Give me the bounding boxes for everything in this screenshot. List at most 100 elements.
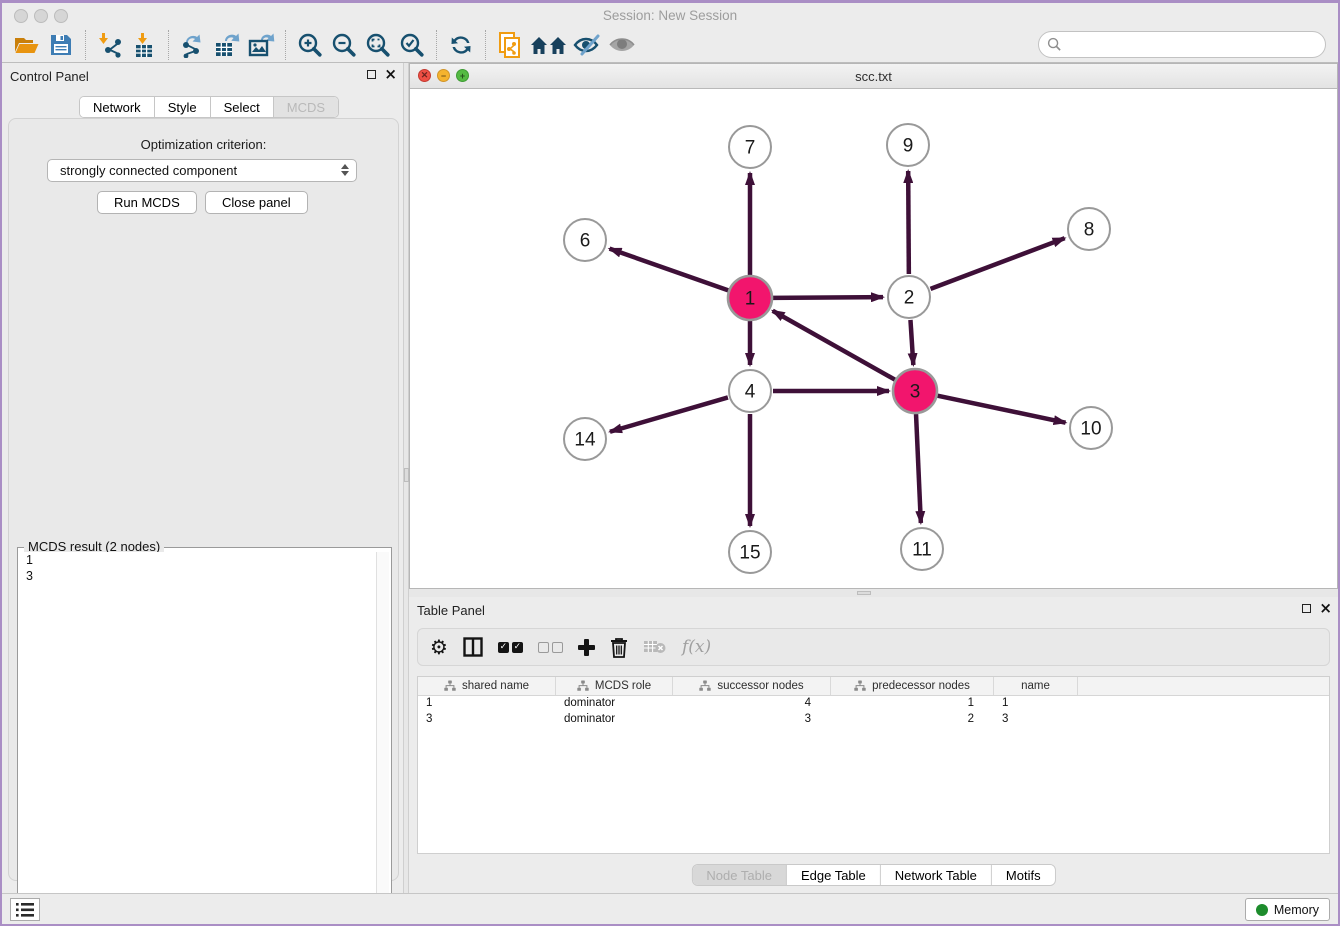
column-header-successor-nodes[interactable]: successor nodes (673, 677, 831, 695)
graph-node-label-4: 4 (745, 382, 756, 403)
task-history-button[interactable] (10, 898, 40, 921)
show-panel-button[interactable] (605, 29, 639, 61)
zoom-out-button[interactable] (327, 29, 361, 61)
import-table-button[interactable] (127, 29, 161, 61)
graph-edge-1-2[interactable] (773, 297, 883, 298)
checked-box-icon: ✓ (498, 642, 509, 653)
table-cell[interactable]: 1 (418, 696, 556, 712)
search-field[interactable] (1038, 31, 1326, 58)
table-cell[interactable]: 1 (831, 696, 994, 712)
select-all-button[interactable]: ✓ ✓ (498, 634, 523, 660)
export-image-icon (247, 32, 275, 58)
refresh-view-button[interactable] (444, 29, 478, 61)
mcds-result-item[interactable]: 3 (20, 568, 377, 584)
float-panel-icon[interactable] (367, 70, 376, 79)
zoom-in-button[interactable] (293, 29, 327, 61)
horizontal-split-divider[interactable] (409, 589, 1338, 597)
memory-button[interactable]: Memory (1245, 898, 1330, 921)
search-icon (1047, 37, 1062, 52)
toolbar-separator (485, 30, 486, 60)
export-image-button[interactable] (244, 29, 278, 61)
tab-network-table[interactable]: Network Table (881, 865, 992, 885)
table-cell[interactable]: 1 (994, 696, 1078, 712)
tab-style[interactable]: Style (155, 97, 211, 117)
zoom-out-icon (330, 31, 358, 59)
unchecked-box-icon (552, 642, 563, 653)
save-session-button[interactable] (44, 29, 78, 61)
deselect-all-button[interactable] (538, 634, 563, 660)
tab-node-table[interactable]: Node Table (692, 865, 787, 885)
export-network-button[interactable] (176, 29, 210, 61)
graph-edge-2-8[interactable] (931, 238, 1065, 289)
delete-table-button[interactable] (643, 634, 667, 660)
zoom-fit-button[interactable] (361, 29, 395, 61)
unchecked-box-icon (538, 642, 549, 653)
float-panel-icon[interactable] (1302, 604, 1311, 613)
table-cell[interactable]: 3 (418, 712, 556, 728)
export-table-button[interactable] (210, 29, 244, 61)
graph-node-label-1: 1 (745, 289, 756, 310)
trash-icon (610, 637, 628, 658)
close-panel-icon[interactable]: × (384, 68, 397, 80)
import-network-button[interactable] (93, 29, 127, 61)
show-column-panel-button[interactable] (463, 634, 483, 660)
apply-function-button[interactable]: f(x) (682, 634, 711, 660)
table-options-button[interactable]: ⚙ (430, 634, 448, 660)
close-panel-button[interactable]: Close panel (205, 191, 308, 214)
hide-panel-button[interactable] (571, 29, 605, 61)
status-bar: Memory (0, 893, 1340, 924)
window-frame-top (0, 0, 1340, 3)
home-layout-button[interactable] (527, 29, 571, 61)
graph-edge-1-6[interactable] (610, 249, 729, 291)
control-panel-tabs: NetworkStyleSelectMCDS (79, 96, 339, 118)
control-panel-title: Control Panel (10, 69, 89, 84)
mcds-result-scrollbar[interactable] (376, 552, 389, 924)
graph-node-label-2: 2 (904, 288, 915, 309)
mcds-result-list: 13 (20, 552, 377, 924)
tab-motifs[interactable]: Motifs (992, 865, 1055, 885)
column-header-shared-name[interactable]: shared name (418, 677, 556, 695)
zoom-selected-icon (398, 31, 426, 59)
network-window-titlebar: ✕ − + scc.txt (410, 64, 1337, 89)
table-cell[interactable]: dominator (556, 696, 673, 712)
zoom-selected-button[interactable] (395, 29, 429, 61)
duplicate-network-icon (497, 31, 523, 59)
refresh-icon (448, 32, 474, 58)
criterion-select[interactable]: strongly connected component (47, 159, 357, 182)
table-cell[interactable]: 3 (994, 712, 1078, 728)
table-cell[interactable]: dominator (556, 712, 673, 728)
graph-node-label-3: 3 (910, 382, 921, 403)
shared-column-icon (577, 680, 589, 692)
run-mcds-button[interactable]: Run MCDS (97, 191, 197, 214)
graph-edge-3-10[interactable] (938, 396, 1066, 423)
divider-grip[interactable] (857, 591, 871, 595)
close-panel-icon[interactable]: × (1319, 602, 1332, 614)
column-header-mcds-role[interactable]: MCDS role (556, 677, 673, 695)
mcds-result-item[interactable]: 1 (20, 552, 377, 568)
table-cell[interactable]: 3 (673, 712, 831, 728)
shared-column-icon (444, 680, 456, 692)
table-panel-title: Table Panel (417, 603, 485, 618)
delete-column-button[interactable] (610, 634, 628, 660)
table-cell[interactable]: 2 (831, 712, 994, 728)
tab-edge-table[interactable]: Edge Table (787, 865, 881, 885)
column-header-name[interactable]: name (994, 677, 1078, 695)
tab-mcds[interactable]: MCDS (274, 97, 338, 117)
search-input[interactable] (1067, 36, 1325, 53)
graph-edge-4-14[interactable] (610, 397, 728, 431)
graph-edge-3-1[interactable] (773, 311, 895, 380)
graph-edge-3-11[interactable] (916, 414, 921, 523)
tab-select[interactable]: Select (211, 97, 274, 117)
table-cell[interactable]: 4 (673, 696, 831, 712)
column-header-predecessor-nodes[interactable]: predecessor nodes (831, 677, 994, 695)
open-session-button[interactable] (10, 29, 44, 61)
window-frame-left (0, 0, 2, 926)
graph-edge-2-9[interactable] (908, 171, 909, 274)
duplicate-network-button[interactable] (493, 29, 527, 61)
toolbar-separator (85, 30, 86, 60)
network-canvas[interactable]: 7968124314101511 (410, 89, 1337, 588)
toolbar-separator (436, 30, 437, 60)
add-column-button[interactable] (578, 634, 595, 660)
graph-edge-2-3[interactable] (910, 320, 913, 365)
tab-network[interactable]: Network (80, 97, 155, 117)
